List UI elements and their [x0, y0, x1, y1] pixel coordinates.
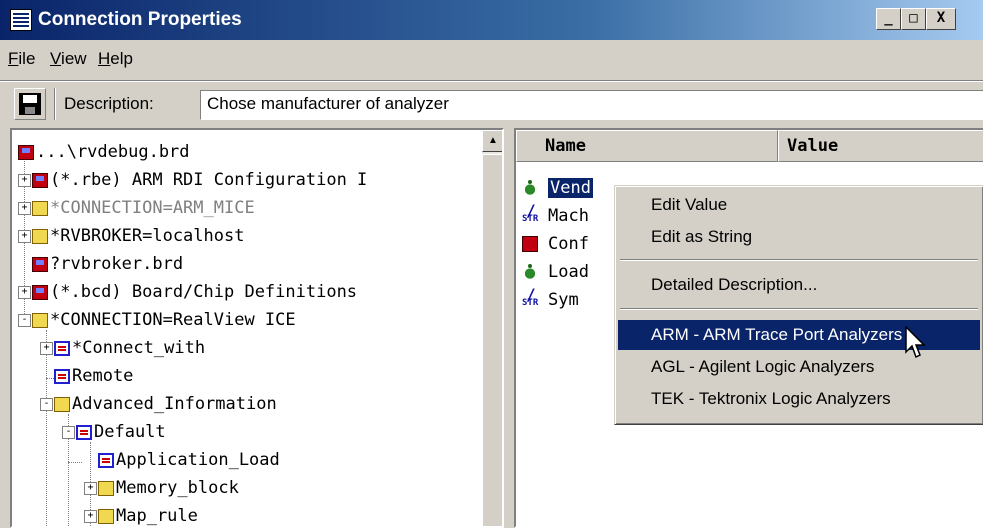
tree-item-memory-block[interactable]: + Memory_block: [84, 474, 239, 502]
document-icon: [76, 424, 92, 440]
collapse-icon[interactable]: -: [18, 313, 31, 327]
property-row-vendor[interactable]: Vend: [522, 174, 593, 202]
folder-icon: [98, 480, 114, 496]
document-icon: [98, 452, 114, 468]
tree-pane[interactable]: ...\rvdebug.brd + (*.rbe) ARM RDI Configu…: [10, 128, 504, 528]
folder-icon: [32, 200, 48, 216]
app-icon[interactable]: [10, 9, 32, 31]
document-icon: [54, 340, 70, 356]
title-bar[interactable]: Connection Properties _ □ X: [0, 0, 983, 40]
folder-icon: [98, 508, 114, 524]
tree-item-rdi-config[interactable]: + (*.rbe) ARM RDI Configuration I: [18, 166, 367, 194]
maximize-button[interactable]: □: [901, 8, 926, 30]
disk-icon: [18, 144, 34, 160]
property-row-config[interactable]: Conf: [522, 230, 589, 258]
expand-icon[interactable]: +: [84, 509, 97, 523]
menu-item-edit-as-string[interactable]: Edit as String: [618, 222, 980, 252]
folder-icon: [32, 312, 48, 328]
floppy-disk-icon: [19, 93, 41, 115]
tree-item-rvbroker[interactable]: + *RVBROKER=localhost: [18, 222, 244, 250]
scroll-thumb[interactable]: [482, 154, 502, 526]
description-field[interactable]: Chose manufacturer of analyzer: [200, 90, 983, 120]
menu-separator: [620, 308, 978, 310]
bug-icon: [522, 180, 538, 196]
disk-icon: [32, 256, 48, 272]
tree-scrollbar[interactable]: ▲: [482, 130, 502, 526]
property-row-sym[interactable]: STRSym: [522, 284, 579, 314]
disk-icon: [32, 284, 48, 300]
column-header-name[interactable]: Name: [516, 130, 778, 162]
expand-icon[interactable]: +: [18, 229, 31, 243]
close-button[interactable]: X: [926, 8, 956, 30]
description-label: Description:: [64, 94, 154, 113]
document-icon: [54, 368, 70, 384]
disk-icon: [522, 236, 538, 252]
menu-separator: [620, 259, 978, 261]
column-header-value[interactable]: Value: [778, 130, 983, 162]
expand-icon[interactable]: +: [18, 201, 31, 215]
context-menu: Edit Value Edit as String Detailed Descr…: [614, 185, 983, 425]
tree-item-rvdebug[interactable]: ...\rvdebug.brd: [18, 138, 190, 166]
save-button[interactable]: [14, 88, 46, 120]
bug-icon: [522, 264, 538, 280]
tree-item-application-load[interactable]: Application_Load: [98, 446, 280, 474]
tree-item-advanced-information[interactable]: - Advanced_Information: [40, 390, 277, 418]
expand-icon[interactable]: +: [18, 285, 31, 299]
folder-icon: [32, 228, 48, 244]
window-title: Connection Properties: [38, 9, 242, 30]
menu-item-edit-value[interactable]: Edit Value: [618, 190, 980, 220]
toolbar-divider: [0, 80, 983, 82]
tree-item-default[interactable]: - Default: [62, 418, 166, 446]
tree-item-arm-mice[interactable]: + *CONNECTION=ARM_MICE: [18, 194, 255, 222]
menu-view[interactable]: View: [50, 49, 87, 69]
minimize-button[interactable]: _: [876, 8, 901, 30]
property-row-machine[interactable]: STRMach: [522, 200, 589, 230]
expand-icon[interactable]: +: [18, 173, 31, 187]
tree-line: [68, 462, 82, 463]
expand-icon[interactable]: +: [84, 481, 97, 495]
string-icon: STR: [522, 200, 538, 224]
tree-item-connect-with[interactable]: + *Connect_with: [40, 334, 205, 362]
menu-help[interactable]: Help: [98, 49, 133, 69]
toolbar-separator: [54, 88, 56, 120]
collapse-icon[interactable]: -: [62, 425, 75, 439]
menu-item-tektronix-analyzers[interactable]: TEK - Tektronix Logic Analyzers: [618, 384, 980, 414]
pane-splitter[interactable]: [504, 128, 514, 528]
tree-item-realview-ice[interactable]: - *CONNECTION=RealView ICE: [18, 306, 296, 334]
tree-item-remote[interactable]: Remote: [54, 362, 133, 390]
disk-icon: [32, 172, 48, 188]
collapse-icon[interactable]: -: [40, 397, 53, 411]
tree-item-board-chip[interactable]: + (*.bcd) Board/Chip Definitions: [18, 278, 357, 306]
string-icon: STR: [522, 284, 538, 308]
scroll-up-arrow-icon[interactable]: ▲: [482, 130, 502, 152]
expand-icon[interactable]: +: [40, 341, 53, 355]
menu-file[interactable]: File: [8, 49, 35, 69]
folder-icon: [54, 396, 70, 412]
property-row-load[interactable]: Load: [522, 258, 589, 286]
tree-item-rvbroker-brd[interactable]: ?rvbroker.brd: [32, 250, 183, 278]
menu-item-detailed-description[interactable]: Detailed Description...: [618, 270, 980, 300]
tree-item-map-rule[interactable]: + Map_rule: [84, 502, 198, 526]
